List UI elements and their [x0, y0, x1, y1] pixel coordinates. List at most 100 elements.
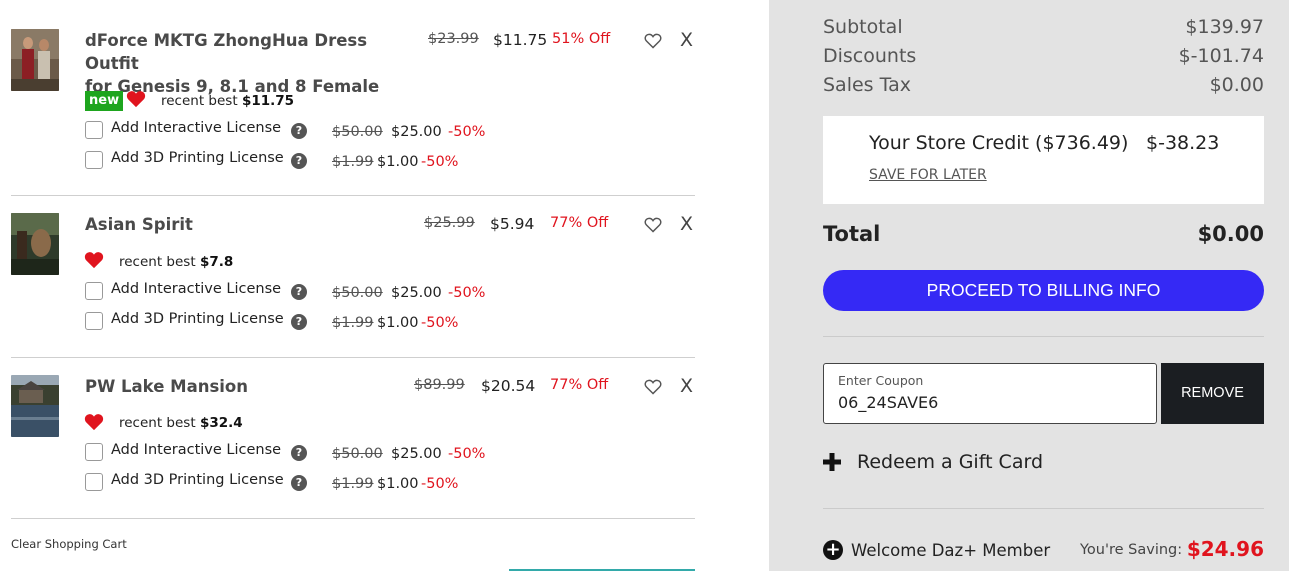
product-title[interactable]: Asian Spirit	[85, 213, 405, 236]
license-discount: -50%	[421, 154, 459, 170]
license-original-price: $50.00	[332, 124, 383, 140]
discount-percent: 77% Off	[550, 377, 609, 393]
total-row: Total $0.00	[823, 222, 1264, 246]
license-label[interactable]: Add Interactive License	[111, 442, 281, 458]
member-savings-row: + Welcome Daz+ Member You're Saving: $24…	[823, 537, 1264, 564]
license-price: $25.00	[391, 446, 442, 462]
wishlist-heart-icon[interactable]	[644, 379, 662, 395]
sale-price: $5.94	[490, 215, 535, 233]
new-badge: new	[85, 91, 124, 111]
license-discount: -50%	[448, 446, 486, 462]
product-thumbnail[interactable]	[11, 29, 59, 91]
license-original-price: $1.99	[332, 476, 374, 492]
original-price: $23.99	[428, 31, 479, 47]
license-option: Add Interactive License ? $50.00 $25.00 …	[85, 281, 525, 301]
wishlist-heart-icon[interactable]	[644, 33, 662, 49]
recent-best-label: recent best	[119, 254, 196, 270]
discounts-value: $-101.74	[1178, 45, 1264, 67]
heart-icon	[84, 414, 104, 431]
summary-divider	[823, 336, 1264, 337]
cart-item: PW Lake Mansion $89.99 $20.54 77% Off X …	[0, 358, 769, 520]
product-title[interactable]: dForce MKTG ZhongHua Dress Outfit for Ge…	[85, 29, 405, 98]
subtotal-value: $139.97	[1185, 16, 1264, 38]
license-label[interactable]: Add Interactive License	[111, 281, 281, 297]
product-title[interactable]: PW Lake Mansion	[85, 375, 405, 398]
license-checkbox[interactable]	[85, 121, 103, 139]
remove-item-button[interactable]: X	[680, 29, 693, 51]
license-option: Add Interactive License ? $50.00 $25.00 …	[85, 442, 525, 462]
license-checkbox[interactable]	[85, 473, 103, 491]
license-original-price: $1.99	[332, 315, 374, 331]
save-for-later-link[interactable]: SAVE FOR LATER	[869, 167, 987, 183]
store-credit-label: Your Store Credit ($736.49)	[869, 132, 1129, 154]
tax-label: Sales Tax	[823, 74, 911, 96]
product-thumbnail[interactable]	[11, 375, 59, 437]
recent-best: recent best $11.75	[161, 93, 294, 109]
subtotal-label: Subtotal	[823, 16, 903, 38]
recent-best: recent best $32.4	[119, 415, 243, 431]
help-icon[interactable]: ?	[291, 284, 307, 300]
discounts-row: Discounts $-101.74	[823, 45, 1264, 67]
help-icon[interactable]: ?	[291, 314, 307, 330]
remove-item-button[interactable]: X	[680, 375, 693, 397]
license-option: Add 3D Printing License ? $1.99 $1.00 -5…	[85, 472, 525, 492]
total-value: $0.00	[1197, 222, 1264, 246]
plus-circle-icon[interactable]: +	[823, 540, 843, 560]
license-price: $1.00	[377, 476, 419, 492]
license-checkbox[interactable]	[85, 282, 103, 300]
original-price: $89.99	[414, 377, 465, 393]
heart-icon	[126, 91, 146, 108]
recent-best: recent best $7.8	[119, 254, 233, 270]
license-price: $1.00	[377, 315, 419, 331]
cart-item: dForce MKTG ZhongHua Dress Outfit for Ge…	[0, 0, 769, 170]
remove-item-button[interactable]: X	[680, 213, 693, 235]
clear-cart-link[interactable]: Clear Shopping Cart	[11, 537, 127, 551]
license-label[interactable]: Add 3D Printing License	[111, 150, 284, 166]
license-checkbox[interactable]	[85, 312, 103, 330]
sale-price: $11.75	[493, 31, 548, 49]
license-original-price: $50.00	[332, 446, 383, 462]
coupon-value[interactable]: 06_24SAVE6	[838, 393, 938, 412]
coupon-label: Enter Coupon	[838, 373, 924, 388]
license-label[interactable]: Add 3D Printing License	[111, 311, 284, 327]
recent-best-value: $11.75	[241, 93, 295, 109]
member-welcome-label[interactable]: Welcome Daz+ Member	[851, 541, 1050, 560]
proceed-to-billing-button[interactable]: PROCEED TO BILLING INFO	[823, 270, 1264, 311]
wishlist-heart-icon[interactable]	[644, 217, 662, 233]
help-icon[interactable]: ?	[291, 123, 307, 139]
saving-value: $24.96	[1186, 537, 1264, 561]
discount-percent: 51% Off	[552, 31, 611, 47]
help-icon[interactable]: ?	[291, 475, 307, 491]
discount-percent: 77% Off	[550, 215, 609, 231]
original-price: $25.99	[424, 215, 475, 231]
license-checkbox[interactable]	[85, 151, 103, 169]
license-discount: -50%	[448, 124, 486, 140]
product-title-line[interactable]: dForce MKTG ZhongHua Dress Outfit	[85, 29, 405, 75]
gift-card-label[interactable]: Redeem a Gift Card	[857, 451, 1043, 473]
product-thumbnail[interactable]	[11, 213, 59, 275]
recent-best-label: recent best	[161, 93, 238, 109]
recent-best-value: $7.8	[199, 254, 234, 270]
license-label[interactable]: Add 3D Printing License	[111, 472, 284, 488]
license-price: $25.00	[391, 124, 442, 140]
help-icon[interactable]: ?	[291, 153, 307, 169]
cart-items-panel: dForce MKTG ZhongHua Dress Outfit for Ge…	[0, 0, 769, 571]
tax-row: Sales Tax $0.00	[823, 74, 1264, 96]
item-divider	[11, 518, 695, 519]
license-label[interactable]: Add Interactive License	[111, 120, 281, 136]
heart-icon	[84, 252, 104, 269]
saving-label: You're Saving:	[1080, 542, 1183, 558]
remove-coupon-button[interactable]: REMOVE	[1161, 363, 1264, 424]
help-icon[interactable]: ?	[291, 445, 307, 461]
license-checkbox[interactable]	[85, 443, 103, 461]
license-price: $25.00	[391, 285, 442, 301]
store-credit-value: $-38.23	[1146, 132, 1220, 154]
license-price: $1.00	[377, 154, 419, 170]
coupon-input[interactable]: Enter Coupon 06_24SAVE6	[823, 363, 1157, 424]
license-original-price: $1.99	[332, 154, 374, 170]
cart-item: Asian Spirit $25.99 $5.94 77% Off X rece…	[0, 196, 769, 358]
recent-best-value: $32.4	[199, 415, 243, 431]
plus-icon	[823, 453, 841, 471]
license-option: Add Interactive License ? $50.00 $25.00 …	[85, 120, 525, 140]
recent-best-label: recent best	[119, 415, 196, 431]
